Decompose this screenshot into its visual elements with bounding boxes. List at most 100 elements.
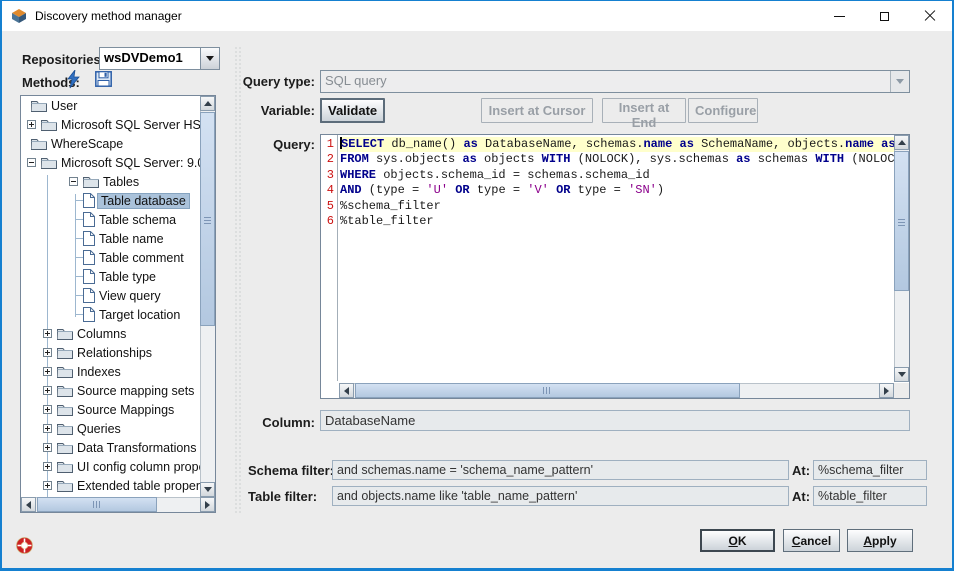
line-number-gutter: 123456 (321, 135, 338, 381)
chevron-down-icon (206, 56, 214, 61)
arrow-right-icon (884, 387, 889, 395)
scroll-left-button[interactable] (21, 497, 36, 512)
repositories-combobox[interactable]: wsDVDemo1 (99, 47, 220, 70)
tree-item-label: Extended table propert (77, 479, 200, 493)
app-icon (11, 8, 27, 24)
tree-item-label: Indexes (77, 365, 121, 379)
tree-horizontal-scrollbar[interactable] (21, 497, 215, 512)
methods-save-icon[interactable] (95, 71, 112, 87)
scroll-right-button[interactable] (200, 497, 215, 512)
tree-expander-minus-icon[interactable] (27, 158, 36, 167)
tree-item-table-comment[interactable]: Table comment (21, 248, 200, 267)
tree-item-table-database[interactable]: Table database (21, 191, 200, 210)
apply-button[interactable]: Apply (847, 529, 913, 552)
folder-icon (57, 327, 73, 340)
minimize-icon (834, 16, 845, 17)
tree-connector-tick (75, 219, 83, 220)
tree-item-label: Columns (77, 327, 126, 341)
tree-item-table-schema[interactable]: Table schema (21, 210, 200, 229)
method-tree: UserMicrosoft SQL Server HS: 9 WhereScape… (20, 95, 216, 513)
cancel-button[interactable]: Cancel (783, 529, 840, 552)
scrollbar-thumb[interactable] (894, 151, 909, 291)
page-icon (83, 288, 95, 303)
arrow-right-icon (205, 501, 210, 509)
query-editor[interactable]: 123456 SELECT db_name() as DatabaseName,… (320, 134, 910, 399)
tree-expander-plus-icon[interactable] (43, 481, 52, 490)
tree-item-queries[interactable]: Queries (21, 419, 200, 438)
configure-button[interactable]: Configure (688, 98, 758, 123)
scrollbar-thumb[interactable] (355, 383, 740, 398)
tree-item-target-location[interactable]: Target location (21, 305, 200, 324)
code-area[interactable]: SELECT db_name() as DatabaseName, schema… (340, 137, 894, 381)
tree-expander-plus-icon[interactable] (43, 443, 52, 452)
help-icon[interactable] (16, 537, 33, 554)
tree-connector-tick (75, 276, 83, 277)
tree-item-wherescape[interactable]: WhereScape (21, 134, 200, 153)
tree-item-label: Relationships (77, 346, 152, 360)
tree-item-columns[interactable]: Columns (21, 324, 200, 343)
repositories-combobox-arrow[interactable] (200, 48, 219, 69)
tree-item-microsoft-sql-server-9-0[interactable]: Microsoft SQL Server: 9.0 - (21, 153, 200, 172)
close-button[interactable] (907, 1, 952, 31)
tree-expander-plus-icon[interactable] (43, 386, 52, 395)
scroll-down-button[interactable] (894, 367, 909, 382)
folder-icon (57, 346, 73, 359)
tree-expander-plus-icon[interactable] (43, 462, 52, 471)
tree-expander-plus-icon[interactable] (27, 120, 36, 129)
insert-at-cursor-button[interactable]: Insert at Cursor (481, 98, 593, 123)
arrow-left-icon (26, 501, 31, 509)
schema-filter-label: Schema filter: (248, 463, 334, 478)
editor-vertical-scrollbar[interactable] (894, 135, 909, 382)
code-line-1: SELECT db_name() as DatabaseName, schema… (340, 137, 894, 152)
table-filter-field[interactable]: and objects.name like 'table_name_patter… (332, 486, 789, 506)
scrollbar-thumb[interactable] (200, 112, 215, 326)
tree-item-data-transformations[interactable]: Data Transformations (21, 438, 200, 457)
scroll-down-button[interactable] (200, 482, 215, 497)
maximize-button[interactable] (862, 1, 907, 31)
tree-item-microsoft-sql-server-hs-9[interactable]: Microsoft SQL Server HS: 9 (21, 115, 200, 134)
query-type-combobox: SQL query (320, 70, 910, 93)
tree-item-source-mappings[interactable]: Source Mappings (21, 400, 200, 419)
query-type-label: Query type: (242, 74, 315, 89)
tree-item-table-type[interactable]: Table type (21, 267, 200, 286)
tree-item-user[interactable]: User (21, 96, 200, 115)
tree-connector-tick (75, 200, 83, 201)
tree-item-source-mapping-sets[interactable]: Source mapping sets (21, 381, 200, 400)
tree-vertical-scrollbar[interactable] (200, 96, 215, 497)
column-field[interactable]: DatabaseName (320, 410, 910, 431)
scroll-left-button[interactable] (339, 383, 354, 398)
code-line-5: %schema_filter (340, 199, 894, 214)
tree-item-view-query[interactable]: View query (21, 286, 200, 305)
schema-filter-field[interactable]: and schemas.name = 'schema_name_pattern' (332, 460, 789, 480)
folder-icon (83, 175, 99, 188)
tree-expander-plus-icon[interactable] (43, 405, 52, 414)
tree-expander-plus-icon[interactable] (43, 329, 52, 338)
schema-at-field[interactable]: %schema_filter (813, 460, 927, 480)
column-label: Column: (242, 415, 315, 430)
scrollbar-thumb[interactable] (37, 497, 157, 512)
scroll-right-button[interactable] (879, 383, 894, 398)
ok-button[interactable]: OK (700, 529, 775, 552)
tree-item-tables[interactable]: Tables (21, 172, 200, 191)
tree-item-extended-table-propert[interactable]: Extended table propert (21, 476, 200, 495)
tree-item-table-name[interactable]: Table name (21, 229, 200, 248)
insert-at-end-button[interactable]: Insert at End (602, 98, 686, 123)
editor-horizontal-scrollbar[interactable] (339, 383, 894, 398)
scroll-up-button[interactable] (894, 135, 909, 150)
tree-item-indexes[interactable]: Indexes (21, 362, 200, 381)
tree-item-ui-config-column-prope[interactable]: UI config column prope (21, 457, 200, 476)
tree-connector-tick (75, 238, 83, 239)
scroll-up-button[interactable] (200, 96, 215, 111)
minimize-button[interactable] (817, 1, 862, 31)
tree-expander-minus-icon[interactable] (69, 177, 78, 186)
table-at-field[interactable]: %table_filter (813, 486, 927, 506)
page-icon (83, 307, 95, 322)
repositories-combobox-value: wsDVDemo1 (100, 48, 200, 69)
tree-item-label: WhereScape (51, 137, 123, 151)
tree-expander-plus-icon[interactable] (43, 367, 52, 376)
tree-expander-plus-icon[interactable] (43, 424, 52, 433)
tree-expander-plus-icon[interactable] (43, 348, 52, 357)
methods-refresh-icon[interactable] (66, 70, 81, 89)
validate-button[interactable]: Validate (320, 98, 385, 123)
tree-item-relationships[interactable]: Relationships (21, 343, 200, 362)
